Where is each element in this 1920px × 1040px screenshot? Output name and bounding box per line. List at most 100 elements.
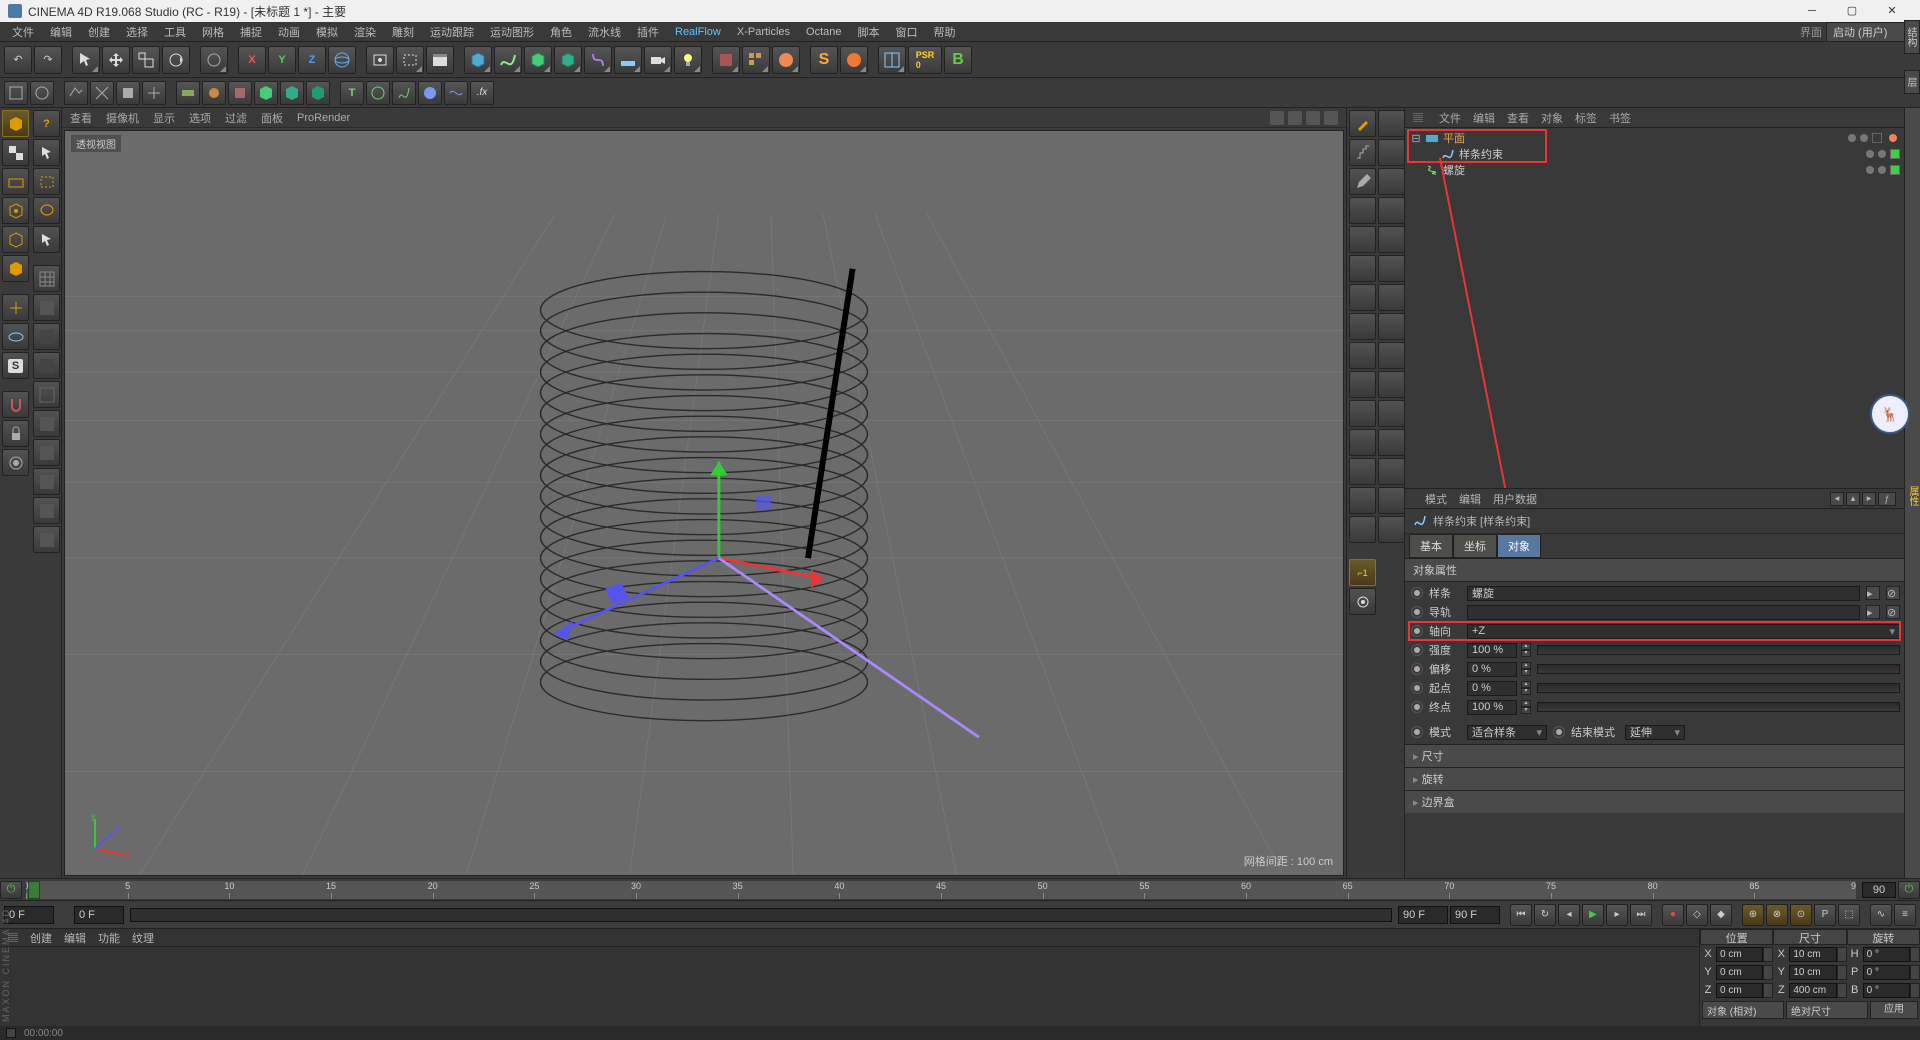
spinner[interactable] <box>1837 965 1847 980</box>
menu-mograph[interactable]: 运动图形 <box>482 22 542 42</box>
mat-menu-texture[interactable]: 纹理 <box>132 930 154 946</box>
render-settings[interactable] <box>426 46 454 74</box>
rp-btn-9[interactable] <box>1349 342 1376 369</box>
attr-strength-field[interactable]: 100 % <box>1467 643 1517 658</box>
spinner[interactable]: ▴▾ <box>1521 700 1531 714</box>
vp-menu-panel[interactable]: 面板 <box>261 110 283 126</box>
rp2-btn-15[interactable] <box>1378 516 1405 543</box>
pos-y-field[interactable]: 0 cm <box>1716 965 1763 980</box>
sec-btn-4[interactable] <box>90 81 114 105</box>
clear-button[interactable]: ⊘ <box>1886 605 1900 619</box>
last-tool[interactable] <box>200 46 228 74</box>
attr-offset-field[interactable]: 0 % <box>1467 662 1517 677</box>
maximize-button[interactable]: ▢ <box>1832 0 1872 22</box>
rot-p-field[interactable]: 0 ° <box>1863 965 1910 980</box>
sec-btn-16[interactable] <box>418 81 442 105</box>
attr-start-slider[interactable] <box>1537 683 1900 693</box>
obj-menu-file[interactable]: 文件 <box>1439 110 1461 126</box>
snap-toggle[interactable] <box>2 391 29 418</box>
attr-rail-field[interactable] <box>1467 605 1860 620</box>
goto-end-button[interactable]: ⏭ <box>1630 904 1652 926</box>
coord-apply-button[interactable]: 应用 <box>1870 1001 1918 1019</box>
obj-menu-bookmarks[interactable]: 书签 <box>1609 110 1631 126</box>
prim-generator[interactable] <box>554 46 582 74</box>
rect-select[interactable] <box>33 168 60 195</box>
tree-label[interactable]: 平面 <box>1443 130 1465 146</box>
render-chk[interactable] <box>1872 133 1882 143</box>
vp-menu-prorender[interactable]: ProRender <box>297 112 350 124</box>
rp2-btn-2[interactable] <box>1378 139 1405 166</box>
attr-nav-prev[interactable]: ◂ <box>1830 492 1844 506</box>
spinner[interactable] <box>1763 983 1773 998</box>
object-manager[interactable]: ⊟ 平面 样条约束 <box>1405 128 1904 488</box>
menu-create[interactable]: 创建 <box>80 22 118 42</box>
render-region[interactable] <box>396 46 424 74</box>
sec-btn-12[interactable] <box>306 81 330 105</box>
menu-tools[interactable]: 工具 <box>156 22 194 42</box>
minimize-button[interactable]: ─ <box>1792 0 1832 22</box>
attr-menu-mode[interactable]: 模式 <box>1425 491 1447 507</box>
axis-toggle[interactable] <box>2 294 29 321</box>
tag-icon[interactable] <box>1886 132 1900 144</box>
layout-btn[interactable] <box>878 46 906 74</box>
rp-btn-8[interactable] <box>1349 313 1376 340</box>
sec-btn-10[interactable] <box>254 81 278 105</box>
subtab-coord[interactable]: 坐标 <box>1453 534 1497 558</box>
rp2-btn-10[interactable] <box>1378 371 1405 398</box>
prim-nurbs[interactable] <box>524 46 552 74</box>
prim-deformer[interactable] <box>584 46 612 74</box>
menu-select[interactable]: 选择 <box>118 22 156 42</box>
grid-p4[interactable] <box>33 352 60 379</box>
rp2-btn-14[interactable] <box>1378 487 1405 514</box>
key-param-button[interactable]: P <box>1814 904 1836 926</box>
vp-menu-view[interactable]: 查看 <box>70 110 92 126</box>
grid-p6[interactable] <box>33 410 60 437</box>
attr-anim-dot[interactable] <box>1411 663 1423 675</box>
key-button[interactable]: ◆ <box>1710 904 1732 926</box>
layer-dot[interactable] <box>1866 150 1874 158</box>
psr-button[interactable]: PSR0 <box>908 46 942 74</box>
sec-btn-6[interactable] <box>142 81 166 105</box>
pos-x-field[interactable]: 0 cm <box>1716 947 1763 962</box>
spinner[interactable] <box>1910 965 1920 980</box>
rp-btn-2[interactable] <box>1349 139 1376 166</box>
rp-btn-1[interactable] <box>1349 110 1376 137</box>
vp-menu-filter[interactable]: 过滤 <box>225 110 247 126</box>
goto-start-button[interactable]: ⏮ <box>1510 904 1532 926</box>
tree-row-spline-constraint[interactable]: 样条约束 <box>1409 146 1900 162</box>
undo-button[interactable]: ↶ <box>4 46 32 74</box>
viewport-3d[interactable]: 透视视图 <box>64 130 1344 876</box>
record-button[interactable]: ● <box>1662 904 1684 926</box>
prim-light[interactable] <box>674 46 702 74</box>
rp2-btn-12[interactable] <box>1378 429 1405 456</box>
rp2-btn-9[interactable] <box>1378 342 1405 369</box>
vp-nav-4[interactable] <box>1324 111 1338 125</box>
current-frame-field[interactable]: 0 F <box>74 906 124 924</box>
timeline-scrub-slider[interactable] <box>130 908 1392 922</box>
vp-nav-1[interactable] <box>1270 111 1284 125</box>
rp2-btn-5[interactable] <box>1378 226 1405 253</box>
rot-b-field[interactable]: 0 ° <box>1863 983 1910 998</box>
attr-anim-dot[interactable] <box>1411 587 1423 599</box>
mode-model[interactable] <box>2 110 29 137</box>
menu-edit[interactable]: 编辑 <box>42 22 80 42</box>
rp2-btn-13[interactable] <box>1378 458 1405 485</box>
grid-palette[interactable] <box>33 265 60 292</box>
next-frame-button[interactable]: ▸ <box>1606 904 1628 926</box>
soft-select[interactable] <box>2 449 29 476</box>
attr-nav-up[interactable]: ▴ <box>1846 492 1860 506</box>
attr-anim-dot[interactable] <box>1411 606 1423 618</box>
rp-gear-btn[interactable] <box>1349 588 1376 615</box>
attr-end-field[interactable]: 100 % <box>1467 700 1517 715</box>
vis-dot[interactable] <box>1878 150 1886 158</box>
attr-strength-slider[interactable] <box>1537 645 1900 655</box>
attr-mode-dropdown[interactable]: 适合样条 <box>1467 725 1547 740</box>
side-tab-attributes[interactable]: 属性 <box>1904 108 1920 878</box>
attr-end-slider[interactable] <box>1537 702 1900 712</box>
vp-nav-3[interactable] <box>1306 111 1320 125</box>
cursor2-btn[interactable] <box>33 226 60 253</box>
menu-simulate[interactable]: 模拟 <box>308 22 346 42</box>
spinner[interactable]: ▴▾ <box>1521 681 1531 695</box>
mode-workplane[interactable] <box>2 168 29 195</box>
menu-render[interactable]: 渲染 <box>346 22 384 42</box>
